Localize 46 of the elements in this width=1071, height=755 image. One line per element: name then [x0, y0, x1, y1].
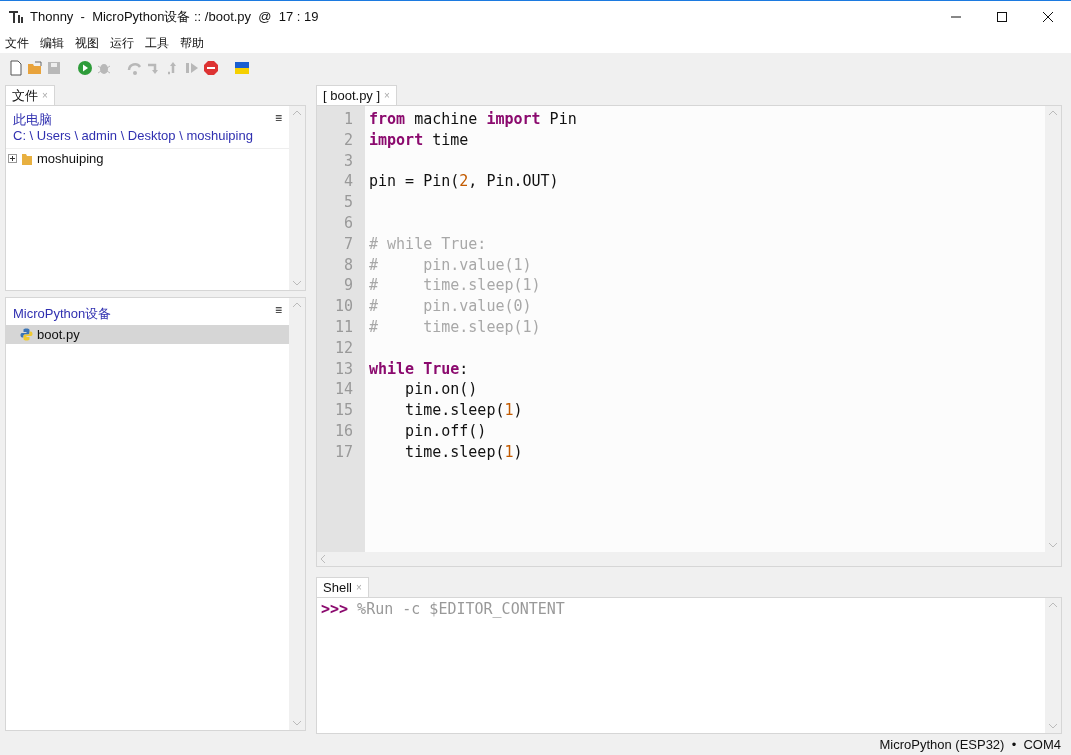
- file-row[interactable]: boot.py: [6, 325, 289, 344]
- line-number: 4: [343, 171, 353, 193]
- stop-sign-icon[interactable]: [203, 59, 219, 76]
- code-editor[interactable]: from machine import Pin import time pin = Pin(2, Pin.OUT) # while True: # pin.value(1) # time.sleep(1) # pin.value(0) # time.sleep(1) while True: pin.on() time.sleep(1) pin.off() time.sleep(1): [365, 106, 1045, 552]
- line-number: 17: [334, 441, 353, 463]
- panel-menu-icon[interactable]: ≡: [275, 304, 282, 325]
- editor-tab[interactable]: [ boot.py ] ×: [316, 85, 397, 105]
- line-number: 5: [343, 192, 353, 213]
- flag-icon[interactable]: [234, 59, 250, 76]
- play-icon[interactable]: [77, 59, 93, 76]
- menu-item[interactable]: 编辑: [40, 34, 64, 52]
- line-number: 14: [334, 379, 353, 401]
- expand-icon[interactable]: [8, 154, 17, 163]
- status-text[interactable]: MicroPython (ESP32) • COM4: [879, 735, 1061, 755]
- menu-item[interactable]: 帮助: [180, 34, 204, 52]
- menu-item[interactable]: 文件: [5, 34, 29, 52]
- line-number: 16: [334, 420, 353, 442]
- line-number: 3: [343, 150, 353, 172]
- line-number: 8: [343, 254, 353, 276]
- line-number: 1: [343, 109, 353, 130]
- menu-item[interactable]: 运行: [110, 34, 134, 52]
- line-number: 7: [343, 233, 353, 255]
- window-title: Thonny - MicroPython设备 :: /boot.py @ 17 : 19: [30, 8, 319, 27]
- line-number: 12: [334, 337, 353, 359]
- location-title: 此电脑: [13, 112, 53, 128]
- line-number: 15: [334, 400, 353, 421]
- line-number: 13: [334, 358, 353, 380]
- folder-icon[interactable]: [27, 59, 43, 76]
- folder-path[interactable]: C: \ Users \ admin \ Desktop \ moshuiping: [13, 128, 253, 144]
- folder-icon: [21, 151, 33, 166]
- line-number: 10: [334, 296, 353, 317]
- line-number: 9: [343, 275, 353, 297]
- file-name[interactable]: moshuiping: [37, 148, 104, 169]
- line-number: 11: [334, 316, 353, 338]
- shell-console[interactable]: >>> %Run -c $EDITOR_CONTENT: [317, 598, 1045, 733]
- app-logo-icon: [8, 9, 24, 25]
- device-title: MicroPython设备: [13, 305, 112, 323]
- line-number: 2: [343, 129, 353, 151]
- files-tab[interactable]: 文件 ×: [5, 85, 55, 105]
- shell-tab[interactable]: Shell ×: [316, 577, 369, 597]
- python-icon: [20, 328, 33, 341]
- menu-item[interactable]: 工具: [145, 34, 169, 52]
- new-file-icon[interactable]: [8, 59, 24, 76]
- menu-item[interactable]: 视图: [75, 34, 99, 52]
- panel-menu-icon[interactable]: ≡: [275, 112, 282, 144]
- line-number: 6: [343, 213, 353, 234]
